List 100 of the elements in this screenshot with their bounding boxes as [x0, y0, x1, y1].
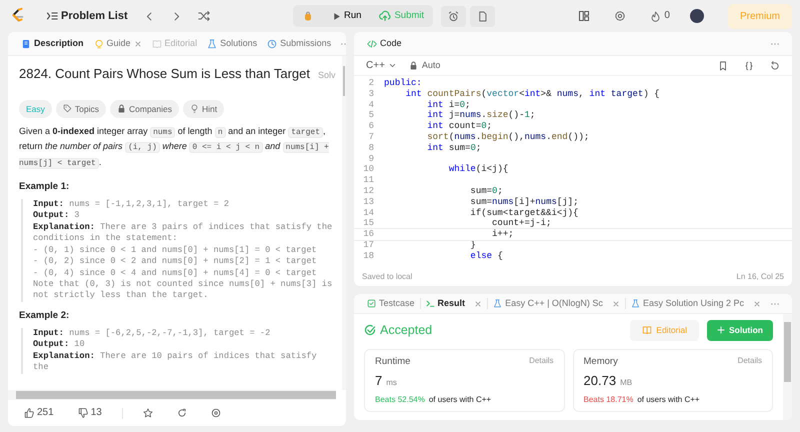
play-icon — [332, 12, 342, 20]
code-line: 14 if(sum<target&&i<j){ — [362, 208, 580, 218]
stat-caption: of users with C++ — [428, 394, 492, 406]
panel-tab[interactable]: Easy C++ | O(NlogN) Sc — [488, 296, 625, 310]
code-line: 6 int count=0; — [368, 121, 494, 132]
example-heading: Example 2: — [19, 308, 70, 323]
dislike-button[interactable]: 13 — [74, 406, 106, 420]
refresh-icon — [176, 408, 187, 418]
lock-icon — [117, 104, 126, 114]
lightbulb-icon — [94, 38, 104, 48]
code-line: 4 int i=0; — [368, 100, 472, 110]
mode-label: Auto — [422, 58, 440, 72]
example-line: - (0, 4) since 0 < 4 and nums[0] + nums[4] = 0 < target — [33, 268, 318, 279]
target-icon — [210, 408, 221, 418]
check-circle-icon — [364, 324, 376, 336]
book-icon — [152, 38, 162, 48]
streak-button[interactable]: 0 — [646, 8, 674, 24]
details-link[interactable]: Details — [529, 354, 554, 369]
avatar[interactable] — [690, 9, 704, 23]
flask-icon — [493, 299, 502, 308]
solved-label: Solv — [318, 69, 336, 82]
code-line: 18 else { — [362, 250, 504, 262]
panel-tab[interactable]: Easy Solution Using 2 Pc — [626, 296, 766, 310]
stat-unit: MB — [620, 377, 632, 389]
beats-percentage: Beats 52.54% — [375, 394, 425, 406]
example-line: Input: nums = [-1,1,2,3,1], target = 2 — [33, 199, 230, 210]
star-icon — [142, 408, 153, 418]
timer-button[interactable] — [441, 6, 466, 26]
problem-title: 2824. Count Pairs Whose Sum is Less than Target — [19, 65, 310, 83]
list-icon — [46, 10, 58, 22]
note-icon — [477, 10, 488, 22]
code-line: 9 — [368, 154, 376, 164]
example-heading: Example 1: — [19, 180, 70, 194]
solution-button[interactable]: Solution — [707, 320, 773, 341]
lightbulb-icon — [190, 104, 199, 114]
upload-icon — [379, 10, 392, 22]
code-line: 7 sort(nums.begin(),nums.end()); — [368, 132, 590, 143]
shuffle-icon — [198, 10, 210, 22]
code-line: 11 — [362, 175, 376, 186]
reset-icon — [770, 60, 780, 70]
panel-tab[interactable]: Submissions — [262, 36, 336, 50]
stat-value: 7 — [375, 372, 382, 390]
code-line: 12 sum=0; — [362, 186, 504, 197]
checkbox-icon — [367, 299, 376, 308]
scrollbar[interactable] — [342, 56, 346, 390]
panel-tab[interactable]: Guide — [88, 36, 147, 50]
example-line: Output: 10 — [33, 339, 86, 351]
code-line: 3 int countPairs(vector<int>& nums, int target) { — [368, 88, 661, 100]
problem-list-button[interactable]: Problem List — [42, 8, 132, 24]
alarm-clock-icon — [448, 10, 460, 22]
cursor-position: Ln 16, Col 25 — [736, 271, 784, 283]
flask-icon — [630, 299, 640, 308]
example-line: Explanation: There are 3 pairs of indices that satisfy the conditions in the statement: — [33, 222, 334, 245]
scrollbar[interactable] — [8, 390, 336, 400]
close-icon[interactable] — [612, 300, 620, 308]
code-line: 5 int j=nums.size()-1; — [368, 110, 536, 122]
layout-icon — [578, 10, 590, 22]
tag-chip[interactable]: Companies — [110, 100, 179, 118]
stat-label: Runtime — [375, 354, 410, 369]
panel-tab[interactable]: Description — [16, 36, 89, 50]
like-button[interactable]: 251 — [20, 406, 58, 420]
code-icon — [367, 38, 378, 48]
flask-icon — [207, 38, 218, 48]
example-line: Output: 3 — [33, 210, 80, 222]
code-line: 8 int sum=0; — [368, 142, 482, 154]
panel-tab[interactable]: Testcase — [362, 296, 420, 310]
code-line: 2 public: — [368, 78, 423, 89]
example-line: - (0, 1) since 0 < 1 and nums[0] + nums[1] = 0 < target — [33, 244, 318, 256]
details-link[interactable]: Details — [738, 354, 762, 369]
bookmark-icon — [718, 60, 728, 70]
code-line: 13 sum=nums[i]+nums[j]; — [362, 196, 580, 208]
notes-button[interactable] — [470, 6, 496, 26]
panel-tab[interactable]: Result — [420, 296, 488, 310]
book-icon — [642, 325, 652, 336]
scrollbar[interactable] — [783, 314, 792, 420]
code-line: 16 i++; — [354, 229, 792, 240]
thumbs-down-icon — [78, 408, 88, 418]
tag-chip[interactable]: Topics — [56, 100, 106, 118]
panel-tab[interactable]: Solutions — [202, 36, 262, 50]
thumbs-up-icon — [24, 408, 34, 418]
close-icon[interactable] — [134, 40, 142, 48]
result-status: Accepted — [380, 322, 432, 339]
language-dropdown[interactable]: C++ — [362, 58, 401, 72]
tag-icon — [62, 104, 72, 114]
terminal-icon — [426, 299, 435, 308]
tag-chip[interactable]: Hint — [183, 100, 224, 118]
example-line: Note that (0, 3) is not counted since nums[0] + nums[3] is not strictly less than the target. — [33, 278, 334, 302]
lock-icon — [408, 61, 418, 70]
code-line: 10 while(i<j){ — [362, 164, 510, 176]
panel-title: Code — [362, 36, 407, 50]
close-icon[interactable] — [474, 300, 482, 308]
problem-statement: Given a 0-indexed integer array nums of length n and an integer target , return the number of pairs (i, j) where 0 <= i < j < n and nums[i] + nums[j] < target . — [19, 125, 330, 170]
beats-percentage: Beats 18.71% — [584, 394, 634, 406]
settings-icon — [614, 10, 626, 22]
clock-icon — [267, 38, 278, 48]
stat-label: Memory — [584, 354, 618, 369]
braces-icon — [744, 60, 754, 70]
close-icon[interactable] — [753, 300, 761, 308]
code-line: 15 count+=j-i; — [362, 218, 552, 230]
plus-icon — [717, 326, 725, 334]
